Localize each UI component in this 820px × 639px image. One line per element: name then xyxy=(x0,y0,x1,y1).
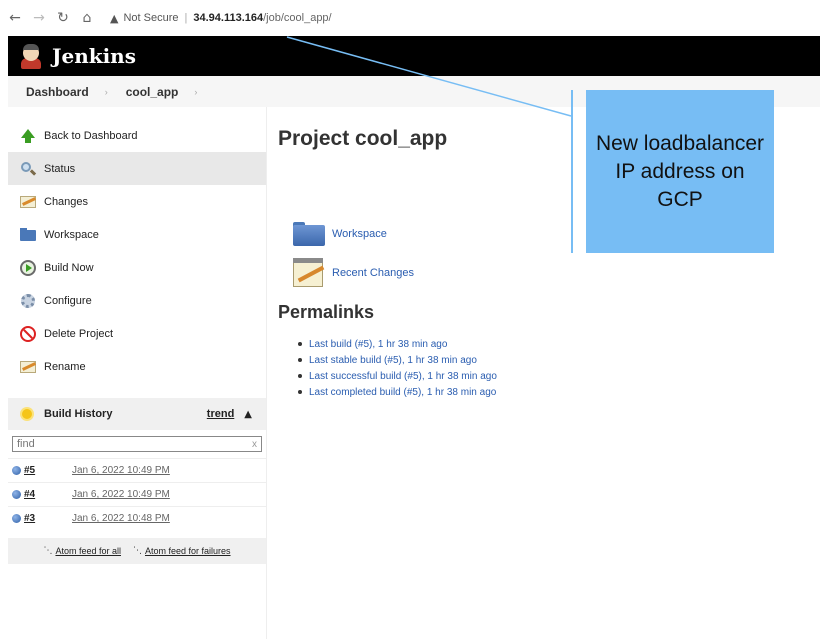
annotation-text: New loadbalancer IP address on GCP xyxy=(595,131,765,211)
annotation-bracket xyxy=(571,90,573,253)
annotation-callout: New loadbalancer IP address on GCP xyxy=(586,90,774,253)
